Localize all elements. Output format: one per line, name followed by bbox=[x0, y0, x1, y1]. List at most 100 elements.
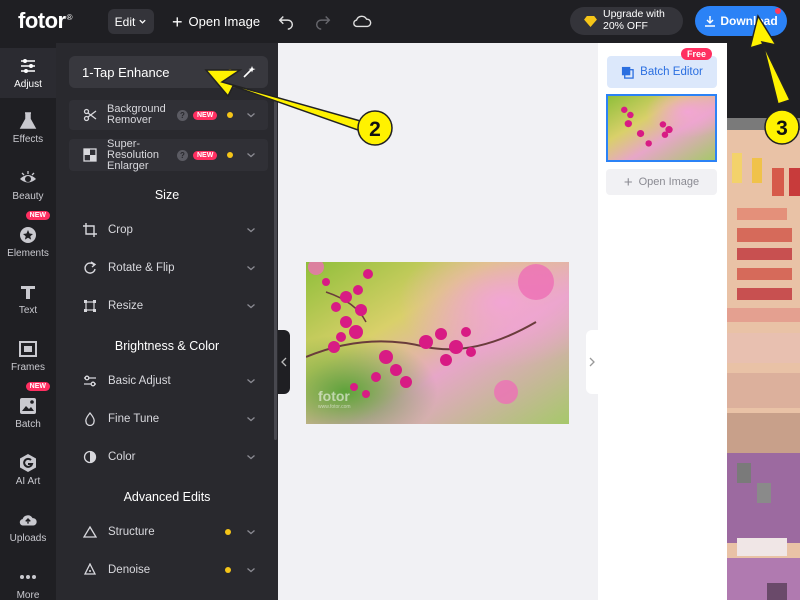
rail-item-uploads[interactable]: Uploads bbox=[0, 504, 56, 554]
triangle-icon bbox=[83, 525, 97, 538]
magic-wand-icon bbox=[243, 66, 256, 78]
chevron-down-icon bbox=[247, 228, 255, 233]
top-bar: fotor® Edit + Open Image Upgrade with 20… bbox=[0, 0, 800, 43]
denoise-icon bbox=[83, 563, 97, 575]
cloud-icon[interactable] bbox=[352, 12, 372, 30]
canvas-image[interactable]: fotor www.fotor.com bbox=[306, 262, 569, 424]
watermark: fotor www.fotor.com bbox=[318, 388, 351, 410]
collapse-panel-button[interactable] bbox=[278, 330, 290, 394]
resolution-icon bbox=[83, 148, 97, 162]
batch-open-image-label: Open Image bbox=[638, 176, 700, 188]
rotate-icon bbox=[84, 261, 97, 274]
ai-art-icon bbox=[20, 454, 36, 472]
batch-editor-label: Batch Editor bbox=[640, 66, 703, 78]
size-section-title: Size bbox=[154, 188, 180, 202]
structure-item[interactable]: Structure bbox=[69, 519, 268, 545]
download-icon bbox=[705, 16, 716, 27]
cloud-upload-icon bbox=[19, 515, 37, 526]
crop-item[interactable]: Crop bbox=[69, 217, 268, 243]
callout-circle-2 bbox=[357, 110, 393, 146]
chevron-down-icon bbox=[247, 568, 255, 573]
open-image-button[interactable]: + Open Image bbox=[172, 9, 260, 34]
new-badge: NEW bbox=[193, 150, 218, 160]
structure-label: Structure bbox=[108, 526, 155, 538]
rotate-flip-label: Rotate & Flip bbox=[108, 262, 175, 274]
open-image-label: Open Image bbox=[188, 14, 261, 29]
plus-icon: + bbox=[623, 173, 633, 191]
droplet-icon bbox=[85, 412, 95, 426]
basic-adjust-item[interactable]: Basic Adjust bbox=[69, 368, 268, 394]
diamond-icon bbox=[584, 15, 597, 27]
background-remover-item[interactable]: Background Remover ? NEW bbox=[69, 100, 268, 130]
tool-rail: Adjust Effects Beauty NEW Elements Text … bbox=[0, 43, 56, 600]
color-icon bbox=[83, 450, 97, 464]
rotate-flip-item[interactable]: Rotate & Flip bbox=[69, 255, 268, 281]
premium-dot bbox=[227, 69, 233, 75]
premium-dot bbox=[225, 567, 231, 573]
crop-label: Crop bbox=[108, 224, 133, 236]
chevron-down-icon bbox=[247, 304, 255, 309]
batch-editor-button[interactable]: Batch Editor bbox=[607, 56, 717, 88]
help-icon[interactable]: ? bbox=[177, 109, 188, 121]
super-resolution-item[interactable]: Super-Resolution Enlarger ? NEW bbox=[69, 138, 268, 171]
chevron-down-icon bbox=[247, 530, 255, 535]
rail-item-text[interactable]: Text bbox=[0, 276, 56, 326]
one-tap-enhance-button[interactable]: 1-Tap Enhance bbox=[69, 56, 268, 88]
free-badge: Free bbox=[681, 48, 713, 60]
brightness-section-title: Brightness & Color bbox=[114, 339, 220, 353]
denoise-label: Denoise bbox=[108, 564, 151, 576]
chevron-down-icon bbox=[247, 455, 255, 460]
upgrade-button[interactable]: Upgrade with 20% OFF bbox=[570, 7, 683, 35]
undo-icon[interactable] bbox=[277, 12, 295, 30]
eye-icon bbox=[20, 171, 36, 183]
star-icon bbox=[20, 227, 36, 243]
resize-item[interactable]: Resize bbox=[69, 293, 268, 319]
rail-item-batch[interactable]: NEW Batch bbox=[0, 382, 56, 440]
fine-tune-label: Fine Tune bbox=[108, 413, 160, 425]
edit-menu-button[interactable]: Edit bbox=[108, 9, 154, 34]
batch-open-image-button[interactable]: + Open Image bbox=[606, 169, 717, 195]
download-button[interactable]: Download bbox=[695, 6, 787, 36]
redo-icon[interactable] bbox=[314, 12, 332, 30]
resize-icon bbox=[84, 300, 96, 312]
more-icon bbox=[20, 575, 36, 579]
fine-tune-item[interactable]: Fine Tune bbox=[69, 406, 268, 432]
sliders-icon bbox=[84, 375, 96, 387]
advanced-section-title: Advanced Edits bbox=[123, 490, 211, 504]
help-icon[interactable]: ? bbox=[177, 149, 188, 161]
chevron-down-icon bbox=[247, 379, 255, 384]
frame-icon bbox=[19, 341, 37, 357]
edit-label: Edit bbox=[114, 14, 136, 29]
premium-dot bbox=[227, 112, 234, 118]
rail-item-more[interactable]: More bbox=[0, 561, 56, 600]
flask-icon bbox=[19, 112, 37, 129]
resize-label: Resize bbox=[108, 300, 144, 312]
rail-item-effects[interactable]: Effects bbox=[0, 105, 56, 155]
background-remover-label: Background Remover bbox=[107, 103, 166, 126]
new-badge: NEW bbox=[193, 110, 218, 120]
batch-icon bbox=[20, 398, 36, 414]
image-thumbnail[interactable] bbox=[606, 94, 717, 162]
chevron-down-icon bbox=[139, 19, 146, 24]
rail-item-beauty[interactable]: Beauty bbox=[0, 162, 56, 212]
expand-batch-panel-button[interactable] bbox=[586, 330, 598, 394]
thumbnail-photo bbox=[608, 96, 715, 160]
panel-scrollbar[interactable] bbox=[274, 100, 277, 440]
premium-dot bbox=[227, 152, 234, 158]
rail-item-ai-art[interactable]: AI Art bbox=[0, 447, 56, 497]
callout-number-2: 2 bbox=[369, 118, 381, 141]
fotor-logo[interactable]: fotor® bbox=[18, 8, 73, 34]
denoise-item[interactable]: Denoise bbox=[69, 557, 268, 583]
rail-item-elements[interactable]: NEW Elements bbox=[0, 211, 56, 269]
plus-icon: + bbox=[172, 11, 183, 32]
new-badge: NEW bbox=[25, 382, 50, 391]
rail-item-adjust[interactable]: Adjust bbox=[0, 48, 56, 98]
crop-icon bbox=[83, 223, 97, 237]
chevron-down-icon bbox=[247, 153, 255, 158]
color-item[interactable]: Color bbox=[69, 444, 268, 470]
batch-editor-icon bbox=[622, 66, 634, 79]
text-icon bbox=[21, 286, 35, 299]
pixelated-background bbox=[727, 43, 800, 600]
sliders-icon bbox=[21, 59, 35, 73]
rail-item-frames[interactable]: Frames bbox=[0, 333, 56, 383]
